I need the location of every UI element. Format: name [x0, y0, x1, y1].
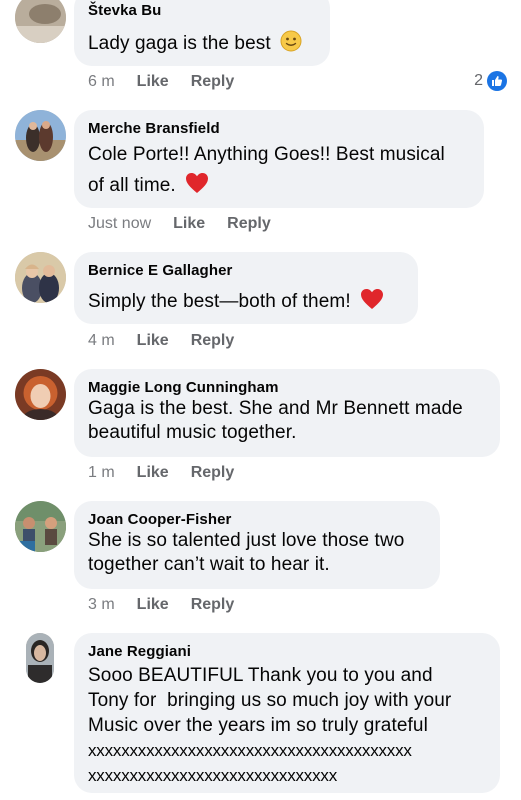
comment-meta: 6 m Like Reply [88, 72, 256, 92]
comment-text: Lady gaga is the best [88, 30, 316, 60]
comment-text: Gaga is the best. She and Mr Bennett mad… [88, 398, 463, 419]
comment-bubble: Jane Reggiani Sooo BEAUTIFUL Thank you t… [74, 633, 500, 793]
slightly-smiling-face-emoji [280, 30, 302, 60]
comment-text: Cole Porte!! Anything Goes!! Best musica… [88, 144, 445, 165]
like-button[interactable]: Like [137, 463, 169, 483]
comment-meta: Just now Like Reply [88, 214, 293, 234]
comment-meta: 3 m Like Reply [88, 595, 256, 615]
like-button[interactable]: Like [137, 72, 169, 92]
reaction-count[interactable]: 2 [474, 71, 507, 91]
comment-timestamp[interactable]: 3 m [88, 595, 115, 615]
comment-text: xxxxxxxxxxxxxxxxxxxxxxxxxxxxxxxxxxxxxxx [88, 741, 412, 760]
comment-bubble: Bernice E Gallagher Simply the best—both… [74, 252, 418, 324]
reply-button[interactable]: Reply [227, 214, 271, 234]
avatar[interactable] [15, 252, 66, 303]
comment-meta: 4 m Like Reply [88, 331, 256, 351]
comment-timestamp[interactable]: Just now [88, 214, 151, 234]
comment-bubble: Joan Cooper-Fisher She is so talented ju… [74, 501, 440, 589]
avatar[interactable] [15, 0, 66, 43]
comment-text-content: Simply the best—both of them! [88, 291, 351, 312]
red-heart-emoji [185, 172, 209, 202]
comment-text-content: of all time. [88, 175, 176, 196]
avatar[interactable] [15, 501, 66, 552]
comment-text: Music over the years im so truly gratefu… [88, 715, 428, 736]
reply-button[interactable]: Reply [191, 463, 235, 483]
comment-bubble: Maggie Long Cunningham Gaga is the best.… [74, 369, 500, 457]
comment-author[interactable]: Merche Bransfield [88, 120, 470, 138]
comment-text: Sooo BEAUTIFUL Thank you to you and [88, 665, 433, 686]
comment-author[interactable]: Maggie Long Cunningham [88, 379, 486, 397]
thumbs-up-icon [487, 71, 507, 91]
reply-button[interactable]: Reply [191, 595, 235, 615]
comment-text: beautiful music together. [88, 422, 297, 443]
avatar[interactable] [15, 369, 66, 420]
comment-author[interactable]: Jane Reggiani [88, 643, 486, 661]
reply-button[interactable]: Reply [191, 331, 235, 351]
avatar[interactable] [26, 633, 54, 683]
avatar[interactable] [15, 110, 66, 161]
like-button[interactable]: Like [173, 214, 205, 234]
comment-text-content: Lady gaga is the best [88, 33, 271, 54]
comment-text: xxxxxxxxxxxxxxxxxxxxxxxxxxxxxx [88, 766, 338, 785]
red-heart-emoji [360, 288, 384, 318]
like-button[interactable]: Like [137, 595, 169, 615]
like-button[interactable]: Like [137, 331, 169, 351]
comment-timestamp[interactable]: 6 m [88, 72, 115, 92]
comment-text: of all time. [88, 172, 470, 202]
reply-button[interactable]: Reply [191, 72, 235, 92]
comment-text: Simply the best—both of them! [88, 288, 404, 318]
comment-author[interactable]: Joan Cooper-Fisher [88, 511, 426, 529]
comment-timestamp[interactable]: 4 m [88, 331, 115, 351]
comment-text: together can’t wait to hear it. [88, 554, 330, 575]
comment-bubble: Merche Bransfield Cole Porte!! Anything … [74, 110, 484, 208]
comment-meta: 1 m Like Reply [88, 463, 256, 483]
reaction-count-number: 2 [474, 72, 483, 89]
comment-author[interactable]: Števka Bu [88, 2, 316, 20]
comment-author[interactable]: Bernice E Gallagher [88, 262, 404, 280]
comment-timestamp[interactable]: 1 m [88, 463, 115, 483]
comment-text: She is so talented just love those two [88, 530, 405, 551]
comment-bubble: Števka Bu Lady gaga is the best [74, 0, 330, 66]
comment-text: Tony for bringing us so much joy with yo… [88, 690, 452, 711]
